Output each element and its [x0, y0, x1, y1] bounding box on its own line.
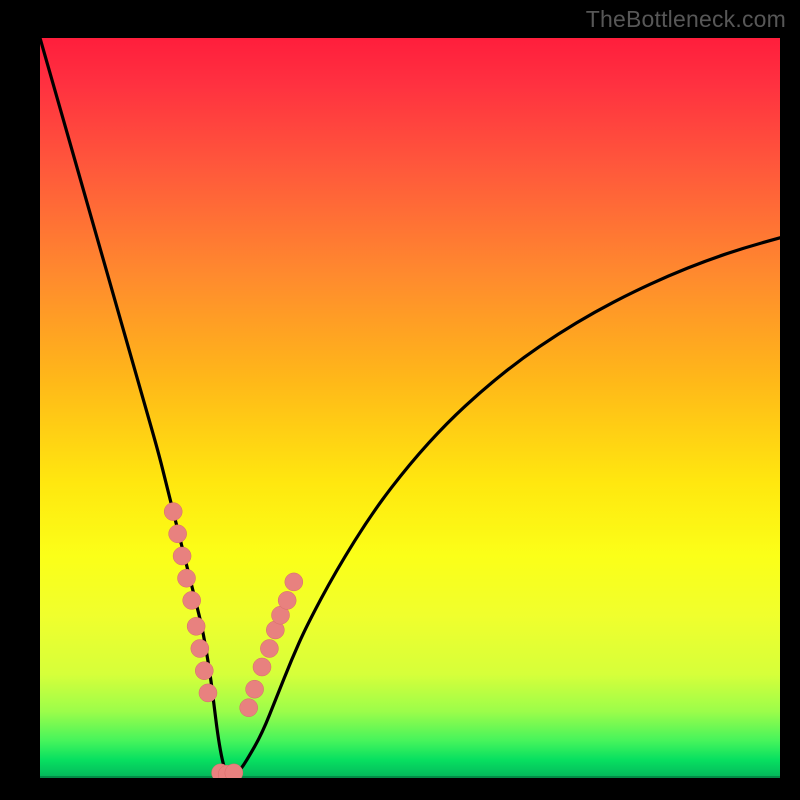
highlight-dot	[285, 573, 303, 591]
highlight-dot	[191, 640, 209, 658]
highlight-dot	[253, 658, 271, 676]
highlight-dot	[195, 662, 213, 680]
highlight-dot	[246, 680, 264, 698]
plot-area	[40, 38, 780, 778]
highlight-dot	[173, 547, 191, 565]
highlight-dot	[199, 684, 217, 702]
chart-frame: TheBottleneck.com	[0, 0, 800, 800]
highlight-dot	[169, 525, 187, 543]
bottleneck-curve	[40, 38, 780, 774]
highlight-dot	[240, 699, 258, 717]
highlight-dot	[183, 591, 201, 609]
highlight-dot	[278, 591, 296, 609]
highlight-dots-bottom	[212, 764, 243, 778]
watermark-text: TheBottleneck.com	[586, 6, 786, 33]
highlight-dot	[260, 640, 278, 658]
curve-svg	[40, 38, 780, 778]
highlight-dot	[178, 569, 196, 587]
highlight-dot	[164, 503, 182, 521]
highlight-dot	[187, 617, 205, 635]
highlight-dots-left	[164, 503, 217, 702]
highlight-dots-right	[240, 573, 303, 717]
